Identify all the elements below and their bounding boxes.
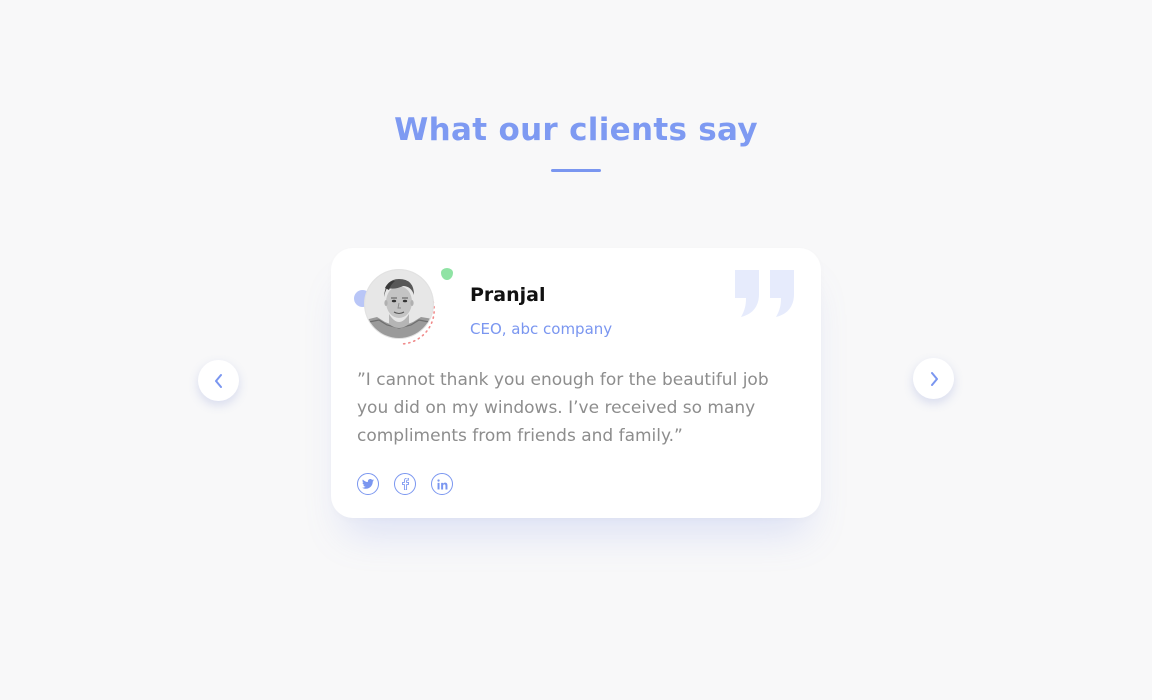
client-role: CEO, abc company xyxy=(470,320,613,338)
social-links xyxy=(357,473,453,495)
testimonial-card: Pranjal CEO, abc company ”I cannot thank… xyxy=(331,248,821,518)
chevron-right-icon xyxy=(930,371,938,386)
facebook-link[interactable] xyxy=(394,473,416,495)
avatar xyxy=(365,270,433,338)
linkedin-link[interactable] xyxy=(431,473,453,495)
testimonial-quote: ”I cannot thank you enough for the beaut… xyxy=(357,370,769,446)
twitter-link[interactable] xyxy=(357,473,379,495)
online-status-indicator xyxy=(441,268,453,280)
section-title: What our clients say xyxy=(394,112,758,148)
avatar-group xyxy=(351,268,461,348)
prev-button[interactable] xyxy=(198,360,239,401)
title-underline xyxy=(551,169,601,172)
quote-icon xyxy=(735,270,794,317)
avatar-photo xyxy=(365,270,433,338)
twitter-icon xyxy=(362,479,374,489)
linkedin-icon xyxy=(436,478,447,489)
chevron-left-icon xyxy=(214,373,222,388)
client-name: Pranjal xyxy=(470,284,546,306)
facebook-icon xyxy=(401,478,409,490)
next-button[interactable] xyxy=(913,358,954,399)
